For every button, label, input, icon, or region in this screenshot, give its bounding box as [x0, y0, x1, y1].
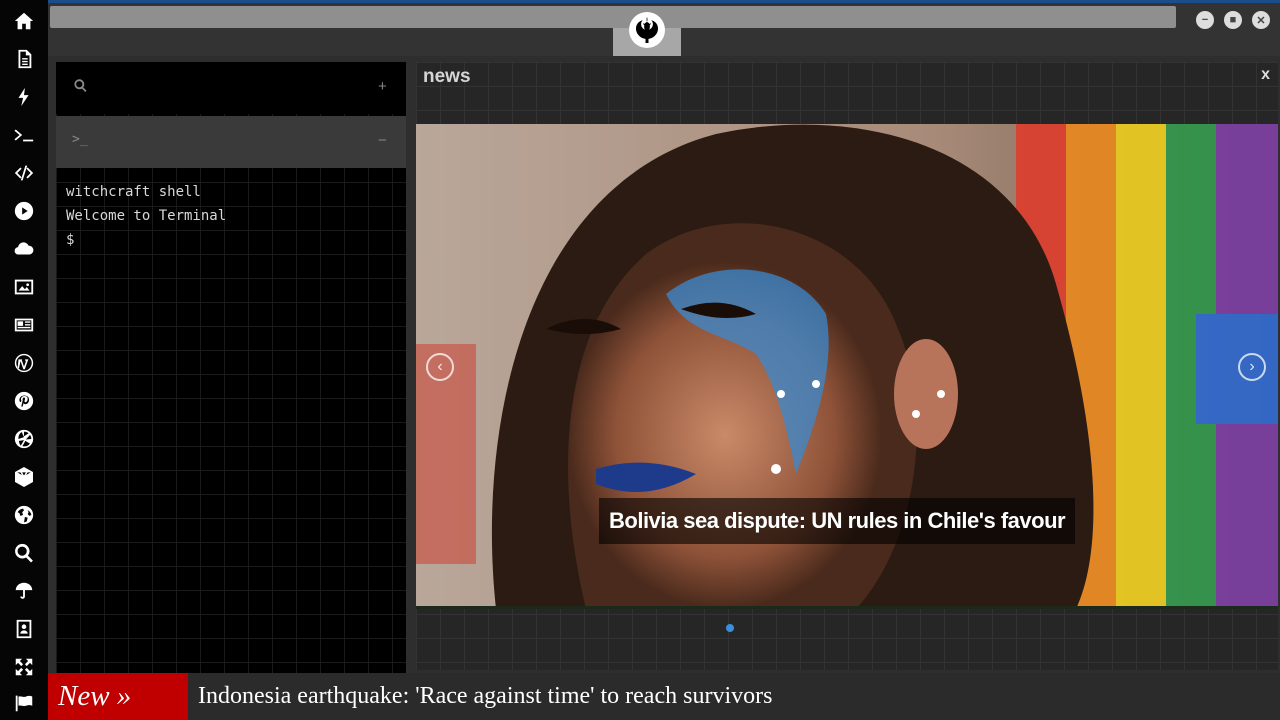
terminal-panel: + >_ − witchcraft shell Welcome to Termi… [56, 62, 406, 674]
slide-indicator-dot[interactable] [726, 624, 734, 632]
code-icon[interactable] [12, 161, 36, 185]
news-close-button[interactable]: x [1261, 66, 1270, 84]
ticker-headline[interactable]: Indonesia earthquake: 'Race against time… [198, 673, 772, 720]
next-slide-button[interactable]: › [1238, 353, 1266, 381]
terminal-tab[interactable]: >_ − [56, 116, 406, 168]
terminal-output[interactable]: witchcraft shell Welcome to Terminal $ [66, 180, 226, 252]
close-window-button[interactable]: ✕ [1252, 11, 1270, 29]
terminal-line: witchcraft shell [66, 184, 201, 200]
cloud-icon[interactable] [12, 237, 36, 261]
address-bar[interactable] [50, 6, 1176, 28]
umbrella-icon[interactable] [12, 579, 36, 603]
search-icon[interactable] [12, 541, 36, 565]
home-icon[interactable] [12, 9, 36, 33]
wordpress-icon[interactable] [12, 351, 36, 375]
search-icon[interactable] [73, 78, 88, 97]
pinterest-icon[interactable] [12, 389, 36, 413]
terminal-line: $ [66, 232, 75, 248]
news-panel: news x ‹ › [416, 62, 1278, 670]
terminal-icon[interactable] [12, 123, 36, 147]
collapse-button[interactable]: − [378, 132, 387, 149]
globe-icon[interactable] [12, 503, 36, 527]
sidebar [0, 0, 48, 720]
previous-slide-button[interactable]: ‹ [426, 353, 454, 381]
play-icon[interactable] [12, 199, 36, 223]
image-icon[interactable] [12, 275, 36, 299]
document-icon[interactable] [12, 47, 36, 71]
polyhedron-icon[interactable] [12, 465, 36, 489]
news-caption[interactable]: Bolivia sea dispute: UN rules in Chile's… [599, 498, 1076, 544]
aperture-icon[interactable] [12, 427, 36, 451]
terminal-line: Welcome to Terminal [66, 208, 227, 224]
prompt-icon: >_ [72, 132, 88, 147]
contact-icon[interactable] [12, 617, 36, 641]
terminal-search-bar[interactable]: + [56, 62, 406, 114]
minimize-button[interactable]: − [1196, 11, 1214, 29]
bolt-icon[interactable] [12, 85, 36, 109]
rebel-alliance-logo-icon[interactable] [629, 12, 665, 48]
news-panel-title: news [423, 66, 471, 87]
top-bar: − ■ ✕ [48, 0, 1280, 56]
maximize-button[interactable]: ■ [1224, 11, 1242, 29]
add-tab-button[interactable]: + [378, 78, 387, 95]
expand-icon[interactable] [12, 655, 36, 679]
flag-icon[interactable] [12, 691, 36, 715]
news-ticker: New » Indonesia earthquake: 'Race agains… [48, 673, 1280, 720]
newspaper-icon[interactable] [12, 313, 36, 337]
ticker-label: New » [48, 673, 188, 720]
